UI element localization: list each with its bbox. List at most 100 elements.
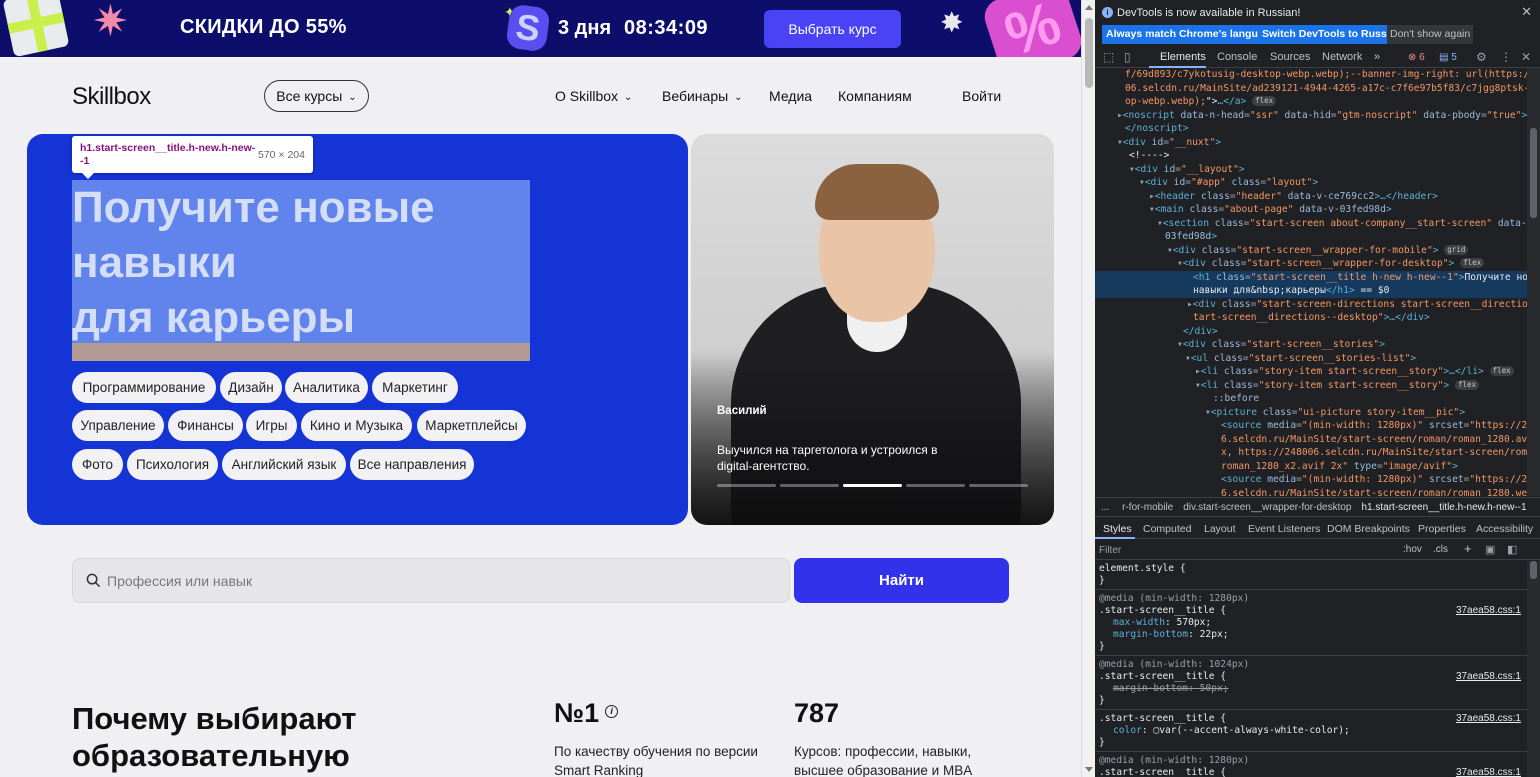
skillbox-logo[interactable]: Skillbox [72,83,151,111]
css-source-link[interactable]: 37aea58.css:1 [1456,671,1521,683]
chip[interactable]: Психология [127,449,218,480]
story-progress-segment[interactable] [969,484,1028,487]
story-progress-segment[interactable] [906,484,965,487]
device-toolbar-icon[interactable]: ▯ [1124,50,1131,64]
match-language-button[interactable]: Always match Chrome's language [1102,25,1280,44]
tab-dom-breakpoints[interactable]: DOM Breakpoints [1327,523,1410,535]
inspect-element-icon[interactable]: ⬚ [1103,50,1114,64]
chip[interactable]: Аналитика [285,372,368,403]
css-selector[interactable]: .start-screen__title {37aea58.css:1 [1099,671,1527,683]
scroll-up-arrow-icon[interactable] [1085,5,1093,10]
more-options-icon[interactable]: ⋮ [1500,50,1512,64]
css-property-name[interactable]: color [1113,725,1142,736]
story-progress-segment-active[interactable] [843,484,902,487]
dom-node-selected[interactable]: навыки для&nbsp;карьеры</h1> == $0 [1095,284,1527,298]
chip[interactable]: Маркетплейсы [417,410,526,441]
dom-node[interactable]: 6.selcdn.ru/MainSite/start-screen/roman/… [1095,487,1527,497]
css-line[interactable]: } [1099,575,1527,587]
css-property[interactable]: margin-bottom: 22px; [1099,629,1527,641]
chip[interactable]: Фото [72,449,123,480]
dom-node[interactable]: ::before [1095,392,1527,406]
nav-companies[interactable]: Компаниям [838,88,912,104]
dom-node[interactable]: <source media="(min-width: 1280px)" srcs… [1095,419,1527,433]
css-line[interactable]: } [1099,695,1527,707]
add-rule-icon[interactable]: + [1464,541,1472,556]
css-property-name[interactable]: margin-bottom [1113,629,1188,640]
breadcrumb-item[interactable]: ... [1101,502,1112,513]
dom-node[interactable]: ▾<section class="start-screen about-comp… [1095,217,1527,231]
dom-node[interactable]: op-webp.webp);">…</a> flex [1095,95,1527,109]
dom-node[interactable]: x, https://248006.selcdn.ru/MainSite/sta… [1095,446,1527,460]
scrollbar-thumb[interactable] [1530,128,1537,218]
styles-filter-input[interactable] [1099,542,1389,558]
dom-node[interactable]: ▸<header class="header" data-v-ce769cc2>… [1095,190,1527,204]
dont-show-again-button[interactable]: Don't show again [1387,25,1474,44]
css-selector[interactable]: .start-screen__title {37aea58.css:1 [1099,713,1527,725]
css-property-value[interactable]: 22px; [1200,629,1229,640]
media-query[interactable]: @media (min-width: 1024px) [1099,659,1527,671]
css-selector[interactable]: .start-screen__title {37aea58.css:1 [1099,605,1527,617]
dom-node[interactable]: ▸<li class="story-item start-screen__sto… [1095,365,1527,379]
nav-media[interactable]: Медиа [769,88,812,104]
dom-node[interactable]: 03fed98d> [1095,230,1527,244]
scrollbar-thumb[interactable] [1530,561,1537,579]
chip[interactable]: Программирование [72,372,216,403]
dom-node[interactable]: ▾<div class="start-screen__wrapper-for-d… [1095,257,1527,271]
breadcrumb-item[interactable]: div.start-screen__wrapper-for-desktop [1183,502,1351,513]
error-count-badge[interactable]: ⊗ 6 [1405,51,1428,64]
scroll-down-arrow-icon[interactable] [1085,767,1093,772]
dom-node[interactable]: ▾<div class="start-screen__wrapper-for-m… [1095,244,1527,258]
gear-icon[interactable]: ⚙ [1476,50,1487,64]
css-line[interactable]: } [1099,641,1527,653]
tab-computed[interactable]: Computed [1143,523,1191,535]
css-property-value[interactable]: ▢var(--accent-always-white-color); [1153,725,1349,736]
class-toggle[interactable]: .cls [1433,544,1448,555]
scrollbar-thumb[interactable] [1085,18,1093,88]
tab-layout[interactable]: Layout [1204,523,1236,535]
tab-sources[interactable]: Sources [1270,51,1310,63]
dom-node[interactable]: ▾<li class="story-item start-screen__sto… [1095,379,1527,393]
dom-node[interactable]: </noscript> [1095,122,1527,136]
breadcrumb-item-current[interactable]: h1.start-screen__title.h-new.h-new--1 [1361,502,1526,513]
dom-node[interactable]: <!----> [1095,149,1527,163]
css-property[interactable]: color: ▢var(--accent-always-white-color)… [1099,725,1527,737]
login-link[interactable]: Войти [962,88,1001,104]
chip[interactable]: Кино и Музыка [301,410,412,441]
tab-event-listeners[interactable]: Event Listeners [1248,523,1320,535]
close-icon[interactable]: ✕ [1521,50,1531,64]
dom-node-selected[interactable]: <h1 class="start-screen__title h-new h-n… [1095,270,1527,284]
nav-about[interactable]: О Skillbox ⌄ [555,88,632,104]
css-property-name[interactable]: margin-bottom [1113,683,1188,694]
breadcrumb-item[interactable]: r-for-mobile [1122,502,1173,513]
dom-node[interactable]: ▾<picture class="ui-picture story-item__… [1095,406,1527,420]
css-property[interactable]: max-width: 570px; [1099,617,1527,629]
tab-console[interactable]: Console [1217,51,1257,63]
dom-node[interactable]: ▸<noscript data-n-head="ssr" data-hid="g… [1095,109,1527,123]
dom-node[interactable]: tart-screen__directions--desktop">…</div… [1095,311,1527,325]
css-selector[interactable]: .start-screen__title {37aea58.css:1 [1099,767,1527,777]
chip[interactable]: Маркетинг [372,372,458,403]
promo-banner[interactable]: ✷ СКИДКИ ДО 55% ✦ S 3 дня 08:34:09 Выбра… [0,0,1081,57]
page-scrollbar[interactable] [1081,0,1095,777]
css-property[interactable]: margin-bottom: 50px; [1099,683,1527,695]
dom-node[interactable]: ▾<div class="start-screen__stories"> [1095,338,1527,352]
dom-node[interactable]: f/69d893/c7ykotusig-desktop-webp.webp);-… [1095,68,1527,82]
dom-node[interactable]: ▾<ul class="start-screen__stories-list"> [1095,352,1527,366]
styles-pane[interactable]: element.style {} @media (min-width: 1280p… [1095,561,1527,777]
chip[interactable]: Финансы [168,410,243,441]
story-progress-segment[interactable] [780,484,839,487]
css-property-value[interactable]: 570px; [1177,617,1212,628]
media-query[interactable]: @media (min-width: 1280px) [1099,593,1527,605]
message-count-badge[interactable]: ▤ 5 [1436,51,1460,64]
story-progress-segment[interactable] [717,484,776,487]
nav-webinars[interactable]: Вебинары ⌄ [662,88,743,104]
info-icon[interactable]: i [605,705,619,719]
chip[interactable]: Английский язык [222,449,346,480]
css-property-name[interactable]: max-width [1113,617,1165,628]
story-card[interactable]: Василий Выучился на таргетолога и устрои… [691,134,1054,525]
dom-node[interactable]: ▸<div class="start-screen-directions sta… [1095,298,1527,312]
sidebar-toggle-icon[interactable]: ◧ [1507,543,1517,556]
paint-icon[interactable]: ▣ [1485,543,1495,556]
styles-scrollbar[interactable] [1527,561,1540,777]
css-source-link[interactable]: 37aea58.css:1 [1456,713,1521,725]
